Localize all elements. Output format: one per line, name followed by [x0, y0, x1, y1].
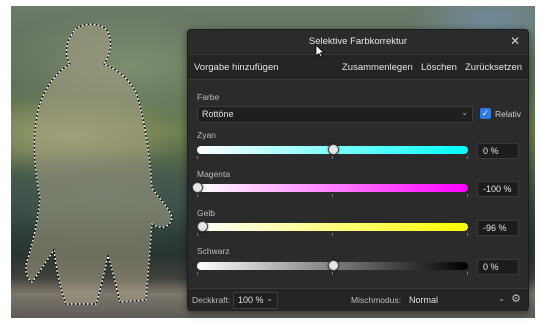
- chevron-down-icon: ⌄: [461, 108, 468, 117]
- tick-mark: [467, 272, 468, 275]
- opacity-dropdown[interactable]: 100 % ⌄: [233, 292, 278, 309]
- slider-thumb[interactable]: [327, 260, 339, 271]
- magenta-value: -100 %: [483, 184, 512, 194]
- dialog-footer: Deckkraft: 100 % ⌄ Mischmodus: Normal ⌄ …: [188, 288, 528, 311]
- tick-mark: [197, 272, 198, 275]
- blend-mode-value: Normal: [409, 295, 439, 305]
- cyan-slider[interactable]: [197, 144, 468, 155]
- color-label: Farbe: [197, 92, 220, 102]
- tick-mark: [332, 156, 333, 159]
- chevron-down-icon: ⌄: [266, 294, 273, 303]
- slider-thumb[interactable]: [192, 182, 203, 193]
- color-dropdown-value: Rottöne: [202, 109, 234, 119]
- tick-mark: [332, 272, 333, 275]
- slider-thumb[interactable]: [197, 221, 209, 232]
- selection-marquee: [25, 23, 173, 305]
- blend-mode-label: Mischmodus:: [351, 295, 402, 305]
- slider-thumb[interactable]: [327, 144, 339, 155]
- black-slider[interactable]: [197, 260, 468, 271]
- merge-button[interactable]: Zusammenlegen: [342, 62, 413, 73]
- selective-color-dialog: Selektive Farbkorrektur ✕ Vorgabe hinzuf…: [187, 29, 529, 311]
- yellow-value: -96 %: [483, 223, 507, 233]
- chevron-down-icon: ⌄: [498, 294, 505, 303]
- color-dropdown[interactable]: Rottöne ⌄: [197, 106, 473, 123]
- magenta-value-field[interactable]: -100 %: [477, 181, 519, 197]
- gear-icon[interactable]: ⚙: [510, 293, 522, 305]
- dialog-toolbar: Vorgabe hinzufügen Zusammenlegen Löschen…: [188, 54, 528, 80]
- slider-label-yellow: Gelb: [197, 208, 215, 218]
- tick-mark: [197, 233, 198, 236]
- dialog-title: Selektive Farbkorrektur: [308, 36, 408, 47]
- yellow-slider[interactable]: [197, 221, 468, 232]
- relative-checkbox[interactable]: ✓: [480, 108, 491, 119]
- tick-mark: [332, 194, 333, 197]
- black-value-field[interactable]: 0 %: [477, 259, 519, 275]
- magenta-slider[interactable]: [192, 182, 468, 193]
- tick-mark: [197, 156, 198, 159]
- slider-label-black: Schwarz: [197, 246, 230, 256]
- tick-mark: [197, 194, 198, 197]
- blend-mode-dropdown[interactable]: Normal ⌄: [404, 292, 510, 309]
- cyan-value-field[interactable]: 0 %: [477, 143, 519, 159]
- opacity-value: 100 %: [238, 295, 264, 305]
- reset-button[interactable]: Zurücksetzen: [465, 62, 522, 73]
- yellow-value-field[interactable]: -96 %: [477, 220, 519, 236]
- delete-button[interactable]: Löschen: [421, 62, 457, 73]
- tick-mark: [467, 194, 468, 197]
- tick-mark: [467, 233, 468, 236]
- black-value: 0 %: [483, 262, 499, 272]
- dialog-titlebar[interactable]: Selektive Farbkorrektur ✕: [188, 30, 528, 52]
- tick-mark: [332, 233, 333, 236]
- close-icon[interactable]: ✕: [508, 34, 522, 48]
- opacity-label: Deckkraft:: [192, 295, 231, 305]
- cyan-value: 0 %: [483, 146, 499, 156]
- mouse-cursor-icon: [315, 44, 325, 58]
- tick-mark: [467, 156, 468, 159]
- slider-label-cyan: Zyan: [197, 130, 216, 140]
- relative-label: Relativ: [495, 109, 521, 119]
- add-preset-button[interactable]: Vorgabe hinzufügen: [194, 62, 279, 73]
- slider-label-magenta: Magenta: [197, 169, 231, 179]
